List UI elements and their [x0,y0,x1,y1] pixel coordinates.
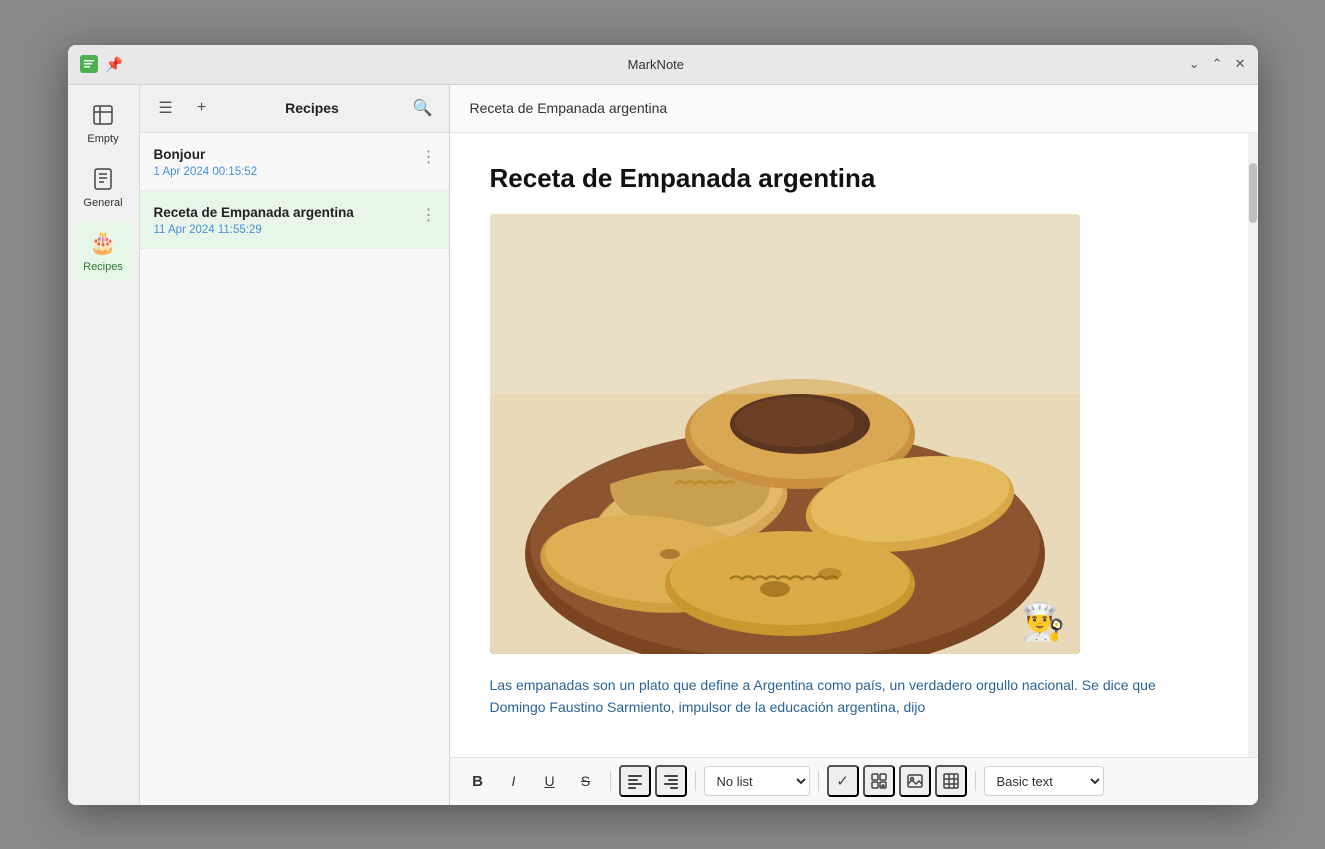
empanada-svg [490,214,1080,654]
note-item-bonjour[interactable]: Bonjour 1 Apr 2024 00:15:52 ⋮ [140,133,449,191]
add-note-button[interactable]: + [188,94,216,122]
checkmark-button[interactable]: ✓ [827,765,859,797]
scrollbar-thumb[interactable] [1249,163,1257,223]
editor-header: Receta de Empanada argentina [450,85,1258,133]
sidebar-item-general[interactable]: General [71,157,135,217]
empty-icon [89,101,117,129]
align-right-button[interactable] [655,765,687,797]
editor-panel: Receta de Empanada argentina Receta de E… [450,85,1258,805]
recipes-icon: 🎂 [89,229,117,257]
maximize-button[interactable]: ⌃ [1212,56,1223,72]
chef-emoji: 👨‍🍳 [1021,602,1066,642]
list-type-select[interactable]: No list Bullet list Ordered list [704,766,810,796]
scrollbar[interactable] [1248,133,1258,757]
bold-button[interactable]: B [462,765,494,797]
toolbar-divider-3 [818,771,819,791]
window-title: MarkNote [628,57,684,72]
sidebar-item-recipes[interactable]: 🎂 Recipes [71,221,135,281]
toolbar-divider-4 [975,771,976,791]
note-more-empanada[interactable]: ⋮ [421,205,437,225]
app-window: 📌 MarkNote ⌄ ⌃ ✕ Empty [68,45,1258,805]
text-style-select[interactable]: Basic text Heading 1 Heading 2 Heading 3 [984,766,1104,796]
sidebar-item-empty[interactable]: Empty [71,93,135,153]
editor-header-title: Receta de Empanada argentina [470,100,668,116]
pin-icon: 📌 [106,56,123,73]
note-date-bonjour: 1 Apr 2024 00:15:52 [154,166,435,178]
image-button[interactable] [899,765,931,797]
sidebar: Empty General 🎂 Recipes [68,85,140,805]
editor-image: 👨‍🍳 [490,214,1080,654]
note-more-bonjour[interactable]: ⋮ [421,147,437,167]
note-list-header: ☰ + Recipes 🔍 [140,85,449,133]
align-left-button[interactable] [619,765,651,797]
italic-button[interactable]: I [498,765,530,797]
note-title-bonjour: Bonjour [154,147,435,162]
general-icon [89,165,117,193]
note-date-empanada: 11 Apr 2024 11:55:29 [154,224,435,236]
editor-paragraph[interactable]: Las empanadas son un plato que define a … [490,674,1208,719]
sidebar-general-label: General [83,197,122,209]
insert-button[interactable] [863,765,895,797]
editor-toolbar: B I U S [450,757,1258,805]
editor-content[interactable]: Receta de Empanada argentina [450,133,1248,757]
menu-button[interactable]: ☰ [152,94,180,122]
note-title-empanada: Receta de Empanada argentina [154,205,435,220]
window-controls[interactable]: ⌄ ⌃ ✕ [1189,56,1246,72]
sidebar-empty-label: Empty [87,133,118,145]
title-bar: 📌 MarkNote ⌄ ⌃ ✕ [68,45,1258,85]
close-button[interactable]: ✕ [1235,56,1246,72]
strikethrough-button[interactable]: S [570,765,602,797]
title-bar-left: 📌 [80,55,123,73]
editor-scroll-area: Receta de Empanada argentina [450,133,1258,757]
toolbar-divider-1 [610,771,611,791]
app-icon [80,55,98,73]
minimize-button[interactable]: ⌄ [1189,56,1200,72]
search-button[interactable]: 🔍 [409,94,437,122]
table-button[interactable] [935,765,967,797]
sidebar-recipes-label: Recipes [83,261,123,273]
note-list-title: Recipes [224,100,401,116]
toolbar-divider-2 [695,771,696,791]
note-list-panel: ☰ + Recipes 🔍 Bonjour 1 Apr 2024 00:15:5… [140,85,450,805]
editor-title[interactable]: Receta de Empanada argentina [490,163,1208,194]
note-item-empanada[interactable]: Receta de Empanada argentina 11 Apr 2024… [140,191,449,249]
main-layout: Empty General 🎂 Recipes [68,85,1258,805]
underline-button[interactable]: U [534,765,566,797]
